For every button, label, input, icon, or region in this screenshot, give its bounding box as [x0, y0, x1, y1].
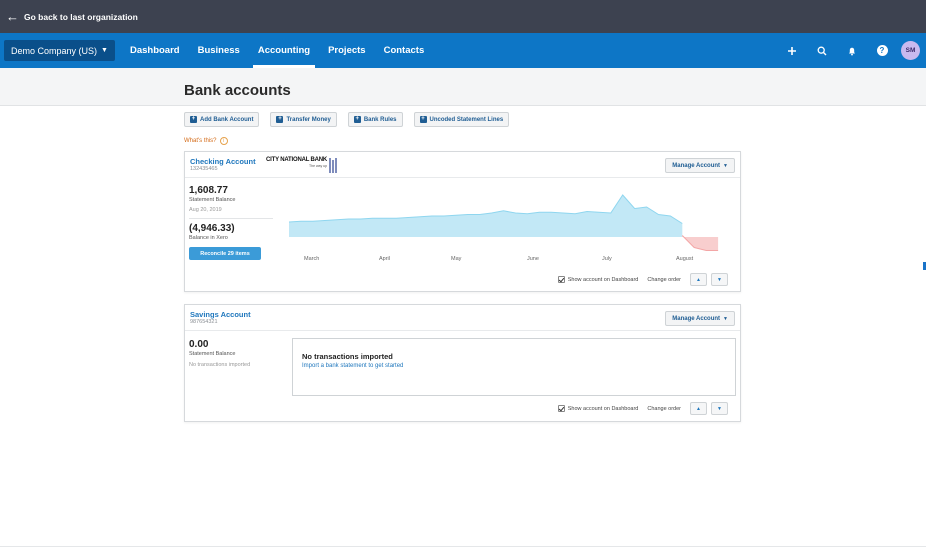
plus-icon: +	[276, 116, 284, 123]
bell-icon[interactable]	[837, 33, 867, 68]
divider	[189, 218, 273, 219]
main-nav: Demo Company (US) ▼ Dashboard Business A…	[0, 33, 926, 68]
show-dashboard-label: Show account on Dashboard	[567, 405, 639, 412]
account-number: 987654321	[190, 319, 218, 325]
plus-icon: +	[353, 116, 361, 123]
show-dashboard-checkbox[interactable]	[557, 276, 565, 283]
page-title: Bank accounts	[184, 82, 291, 99]
statement-balance: 0.00	[189, 339, 209, 350]
month-label-august: August	[676, 256, 694, 262]
add-bank-account-button[interactable]: + Add Bank Account	[184, 112, 260, 127]
page-header	[0, 68, 926, 106]
balance-series-fill	[289, 195, 683, 237]
search-icon[interactable]	[807, 33, 837, 68]
statement-balance-label: Statement Balance	[189, 197, 236, 203]
bank-logo: CITY NATIONAL BANK The way up	[266, 157, 337, 174]
nav-contacts[interactable]: Contacts	[375, 33, 434, 68]
checking-account-card: Checking Account 132435465 CITY NATIONAL…	[184, 151, 741, 292]
bottom-divider	[0, 546, 926, 547]
checking-account-title[interactable]: Checking Account	[190, 157, 256, 166]
savings-account-title[interactable]: Savings Account	[190, 310, 251, 319]
card-header: Savings Account 987654321 Manage Account…	[185, 305, 740, 331]
org-selector[interactable]: Demo Company (US) ▼	[4, 40, 115, 61]
whats-this-link[interactable]: What's this? i	[184, 137, 228, 145]
balance-column: 0.00 Statement Balance No transactions i…	[189, 339, 273, 368]
month-label-april: April	[379, 256, 390, 262]
nav-dashboard[interactable]: Dashboard	[121, 33, 189, 68]
balance-chart: March April May June July August	[289, 194, 719, 262]
bank-rules-button[interactable]: + Bank Rules	[347, 112, 403, 127]
savings-account-card: Savings Account 987654321 Manage Account…	[184, 304, 741, 422]
statement-balance: 1,608.77	[189, 185, 228, 196]
month-label-june: June	[527, 256, 539, 262]
action-toolbar: + Add Bank Account + Transfer Money + Ba…	[184, 112, 520, 127]
help-icon[interactable]: ?	[867, 33, 897, 68]
back-to-org-link[interactable]: Go back to last organization	[24, 12, 138, 22]
manage-account-button[interactable]: Manage Account ▼	[665, 311, 735, 326]
show-dashboard-label: Show account on Dashboard	[567, 276, 639, 283]
statement-balance-label: Statement Balance	[189, 351, 236, 357]
move-down-button[interactable]: ▼	[711, 402, 728, 415]
month-label-march: March	[304, 256, 319, 262]
uncoded-statement-lines-button[interactable]: + Uncoded Statement Lines	[413, 112, 510, 127]
empty-title: No transactions imported	[302, 352, 393, 361]
plus-icon: +	[190, 116, 197, 123]
arrow-left-icon[interactable]: ←	[6, 9, 19, 24]
nav-business[interactable]: Business	[189, 33, 249, 68]
info-icon: i	[219, 137, 228, 145]
account-number: 132435465	[190, 166, 218, 172]
no-transactions-note: No transactions imported	[189, 362, 251, 368]
xero-balance: (4,946.33)	[189, 223, 235, 234]
month-label-july: July	[602, 256, 612, 262]
nav-projects[interactable]: Projects	[319, 33, 375, 68]
bank-mark-icon	[329, 158, 337, 173]
negative-balance-series-fill	[682, 235, 719, 251]
plus-icon: +	[419, 116, 427, 123]
reconcile-button[interactable]: Reconcile 29 items	[189, 247, 261, 260]
bank-tagline: The way up	[308, 164, 328, 168]
card-header: Checking Account 132435465 CITY NATIONAL…	[185, 152, 740, 178]
nav-accounting[interactable]: Accounting	[249, 33, 319, 68]
top-bar: ← Go back to last organization	[0, 0, 926, 33]
bank-name: CITY NATIONAL BANK	[266, 157, 328, 163]
plus-icon[interactable]	[777, 33, 807, 68]
show-dashboard-checkbox[interactable]	[557, 405, 565, 412]
change-order-label: Change order	[647, 276, 681, 283]
org-name: Demo Company (US)	[11, 45, 98, 56]
xero-balance-label: Balance in Xero	[189, 235, 228, 241]
month-label-may: May	[451, 256, 462, 262]
caret-down-icon: ▼	[101, 47, 108, 54]
card-footer: Show account on Dashboard Change order ▲…	[557, 273, 728, 286]
change-order-label: Change order	[647, 405, 681, 412]
manage-account-button[interactable]: Manage Account ▼	[665, 158, 735, 173]
avatar[interactable]: SM	[901, 41, 920, 60]
import-statement-link[interactable]: Import a bank statement to get started	[302, 363, 403, 369]
transfer-money-button[interactable]: + Transfer Money	[270, 112, 337, 127]
move-up-button[interactable]: ▲	[690, 402, 707, 415]
statement-date: Aug 20, 2019	[189, 207, 222, 213]
caret-down-icon: ▼	[723, 315, 728, 322]
balance-column: 1,608.77 Statement Balance Aug 20, 2019 …	[189, 185, 273, 260]
move-down-button[interactable]: ▼	[711, 273, 728, 286]
move-up-button[interactable]: ▲	[690, 273, 707, 286]
card-footer: Show account on Dashboard Change order ▲…	[557, 402, 728, 415]
empty-transactions-panel: No transactions imported Import a bank s…	[292, 338, 736, 396]
caret-down-icon: ▼	[723, 162, 728, 169]
